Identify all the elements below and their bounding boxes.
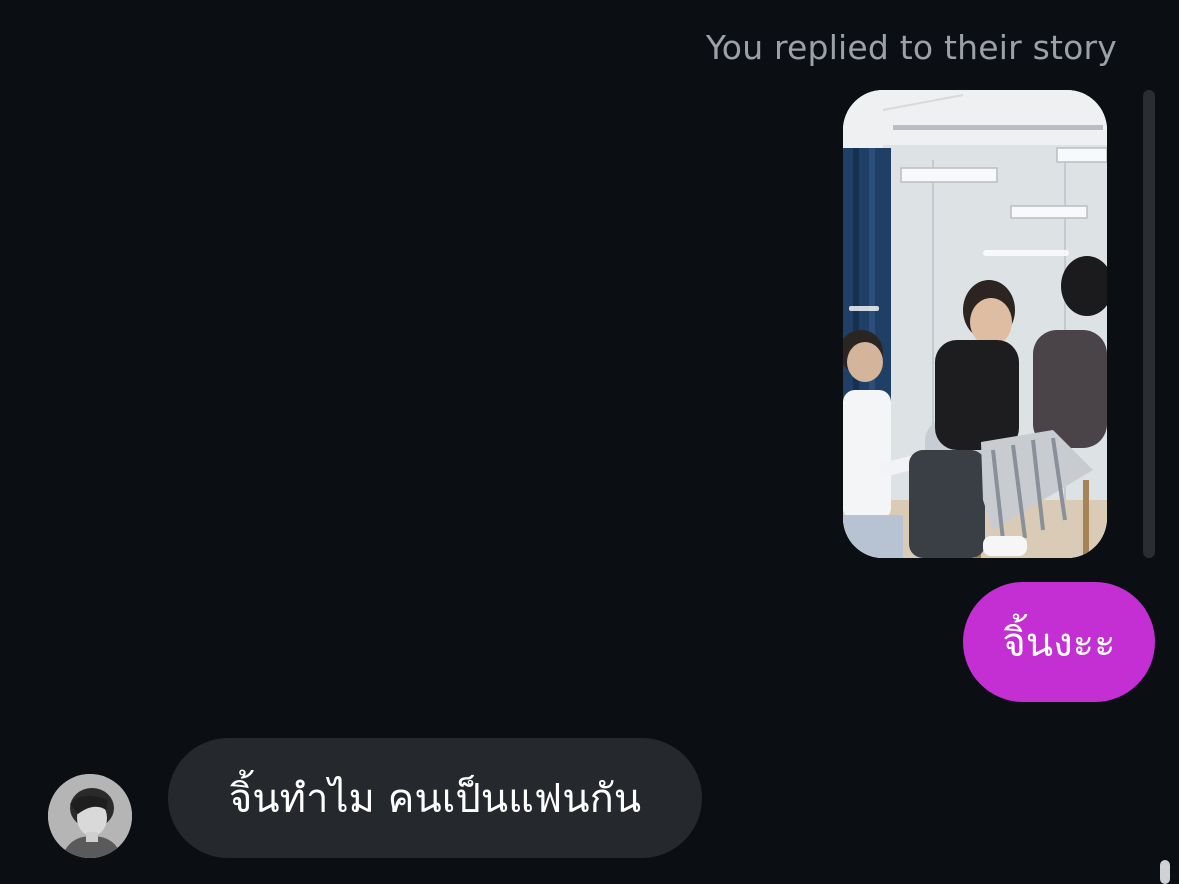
scroll-indicator[interactable] [1160, 860, 1170, 884]
sent-message-text: จิ้นงะะ [1002, 620, 1116, 666]
message-thread: You replied to their story จิ้นงะะ จิ้นท… [0, 0, 1179, 884]
sent-message-bubble[interactable]: จิ้นงะะ [963, 582, 1155, 702]
story-reply-label: You replied to their story [705, 28, 1117, 67]
story-thumbnail[interactable] [843, 90, 1107, 558]
received-message-bubble[interactable]: จิ้นทำไม คนเป็นแฟนกัน [168, 738, 702, 858]
story-reply-indicator-bar [1143, 90, 1155, 558]
received-message-text: จิ้นทำไม คนเป็นแฟนกัน [228, 776, 642, 822]
story-photo-image [843, 90, 1107, 558]
avatar-photo [48, 774, 132, 858]
contact-avatar[interactable] [48, 774, 132, 858]
